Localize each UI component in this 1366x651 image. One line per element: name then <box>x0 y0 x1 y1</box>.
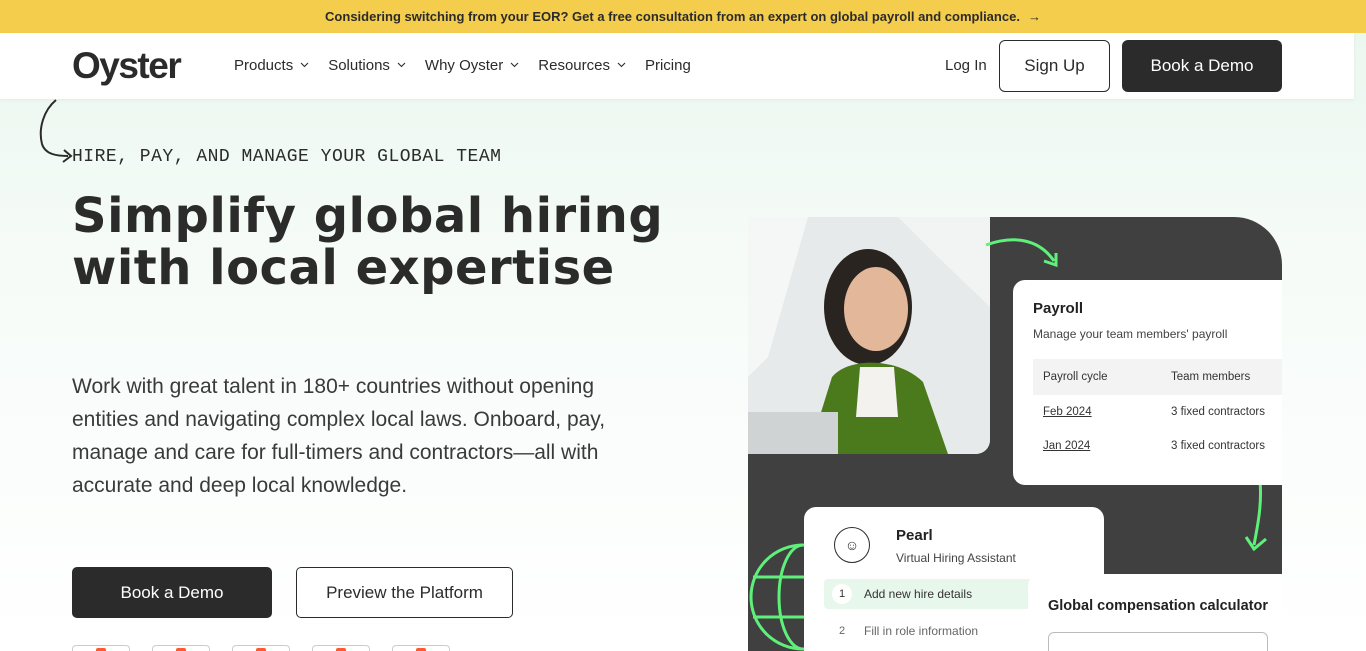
hero-eyebrow: HIRE, PAY, AND MANAGE YOUR GLOBAL TEAM <box>72 147 502 167</box>
nav-item-solutions[interactable]: Solutions <box>328 57 406 74</box>
hero-visual: Payroll Manage your team members' payrol… <box>748 217 1282 651</box>
calculator-input[interactable] <box>1048 632 1268 651</box>
payroll-table: Payroll cycle Team members Feb 2024 3 fi… <box>1033 359 1282 463</box>
promo-banner[interactable]: Considering switching from your EOR? Get… <box>0 0 1366 33</box>
nav-item-label: Solutions <box>328 57 390 74</box>
signup-button[interactable]: Sign Up <box>999 40 1110 92</box>
preview-platform-button[interactable]: Preview the Platform <box>296 567 513 618</box>
payroll-card: Payroll Manage your team members' payrol… <box>1013 280 1282 485</box>
login-link[interactable]: Log In <box>945 57 987 74</box>
chevron-down-icon <box>397 62 406 70</box>
column-header: Team members <box>1171 371 1251 383</box>
step-number: 2 <box>832 621 852 641</box>
calculator-title: Global compensation calculator <box>1048 598 1268 614</box>
step-number: 1 <box>832 584 852 604</box>
nav-links: Products Solutions Why Oyster Resources … <box>234 57 711 74</box>
compensation-calculator-card: Global compensation calculator <box>1028 574 1282 651</box>
book-demo-button[interactable]: Book a Demo <box>72 567 272 618</box>
g2-badge-icon <box>152 645 210 651</box>
team-members-cell: 3 fixed contractors <box>1171 440 1265 452</box>
chevron-down-icon <box>300 62 309 70</box>
nav-item-label: Resources <box>538 57 610 74</box>
payroll-subtitle: Manage your team members' payroll <box>1033 327 1228 341</box>
book-demo-nav-button[interactable]: Book a Demo <box>1122 40 1282 92</box>
squiggle-arrow-icon <box>39 99 73 163</box>
hero-subcopy: Work with great talent in 180+ countries… <box>72 375 606 497</box>
table-row[interactable]: Jan 2024 3 fixed contractors <box>1033 429 1282 463</box>
nav-item-resources[interactable]: Resources <box>538 57 626 74</box>
payroll-cycle-link[interactable]: Feb 2024 <box>1043 406 1171 418</box>
table-header: Payroll cycle Team members <box>1033 359 1282 395</box>
payroll-title: Payroll <box>1033 300 1084 317</box>
step-label: Add new hire details <box>864 587 973 601</box>
main-navbar: Oyster Products Solutions Why Oyster Res… <box>0 33 1354 99</box>
pearl-name: Pearl <box>896 527 933 544</box>
table-row[interactable]: Feb 2024 3 fixed contractors <box>1033 395 1282 429</box>
promo-banner-text[interactable]: Considering switching from your EOR? Get… <box>325 9 1020 24</box>
step-label: Fill in role information <box>864 624 979 638</box>
pearl-role: Virtual Hiring Assistant <box>896 551 1016 565</box>
nav-item-label: Why Oyster <box>424 57 504 74</box>
nav-item-label: Products <box>234 57 294 74</box>
hero-headline: Simplify global hiring with local expert… <box>72 188 664 296</box>
payroll-cycle-link[interactable]: Jan 2024 <box>1043 440 1171 452</box>
nav-item-pricing[interactable]: Pricing <box>645 57 691 74</box>
g2-badge-icon <box>232 645 290 651</box>
arrow-right-icon[interactable]: → <box>1028 9 1041 24</box>
column-header: Payroll cycle <box>1043 371 1108 383</box>
pearl-avatar-icon: ☺ <box>834 527 870 563</box>
nav-item-label: Pricing <box>644 57 691 74</box>
oyster-logo[interactable]: Oyster <box>72 45 182 87</box>
green-arrow-icon <box>985 238 1058 268</box>
nav-item-products[interactable]: Products <box>234 57 309 74</box>
g2-badge-icon <box>392 645 450 651</box>
team-members-cell: 3 fixed contractors <box>1171 406 1265 418</box>
chevron-down-icon <box>617 62 626 70</box>
g2-badge-icon <box>312 645 370 651</box>
nav-item-why-oyster[interactable]: Why Oyster <box>424 57 519 74</box>
chevron-down-icon <box>510 62 519 70</box>
review-badges <box>72 645 450 651</box>
green-arrow-down-icon <box>1244 480 1267 552</box>
woman-photo <box>748 217 990 454</box>
g2-badge-icon <box>72 645 130 651</box>
